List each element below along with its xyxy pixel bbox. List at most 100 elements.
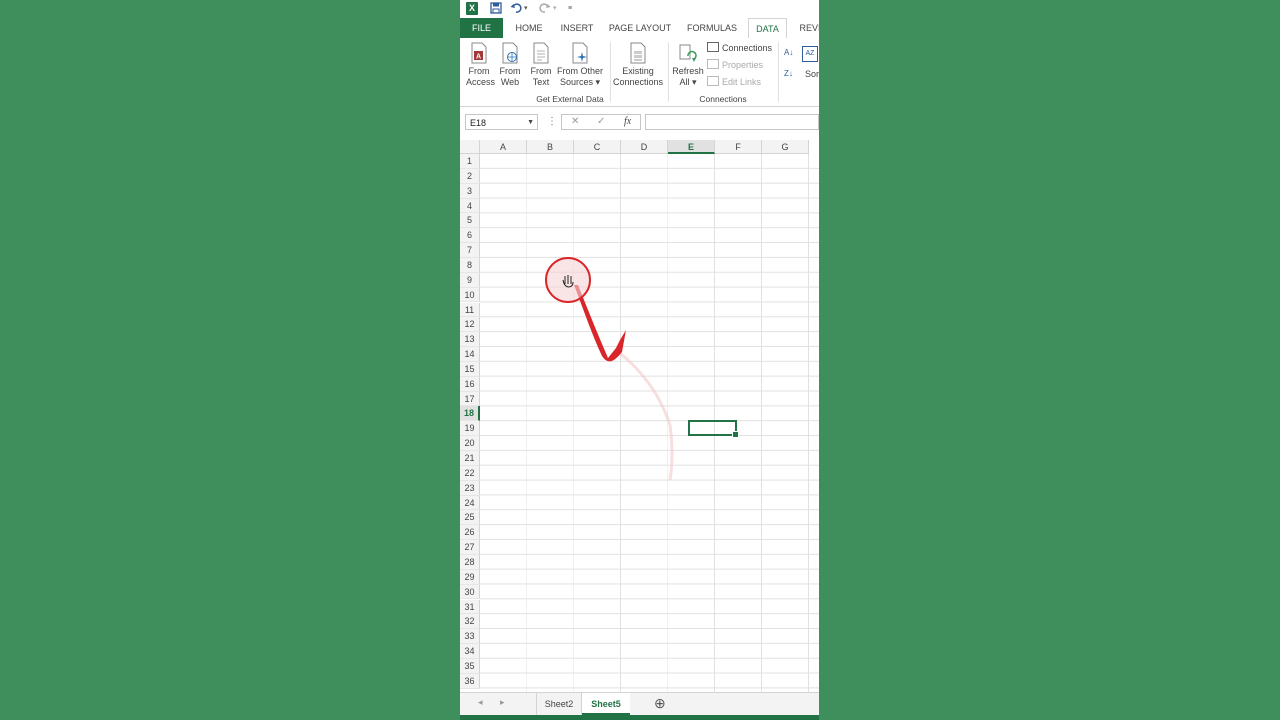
cells-area[interactable] [480, 154, 819, 692]
undo-dropdown-icon[interactable]: ▾ [524, 2, 528, 15]
column-header-g[interactable]: G [762, 140, 809, 154]
row-header-30[interactable]: 30 [460, 584, 480, 600]
sheet-tab-bar: ◂ ▸ Sheet2 Sheet5 ⊕ [460, 692, 819, 716]
fill-handle[interactable] [732, 431, 739, 438]
edit-links-icon [707, 76, 719, 86]
column-header-b[interactable]: B [527, 140, 574, 154]
row-header-32[interactable]: 32 [460, 614, 480, 630]
sort-dialog-icon[interactable]: AZ [802, 46, 818, 62]
from-text-label-1: From [530, 66, 552, 76]
from-web-button[interactable]: From Web [497, 42, 523, 88]
sheet-tab-sheet5[interactable]: Sheet5 [582, 693, 630, 715]
cancel-icon[interactable]: ✕ [571, 116, 579, 127]
data-ribbon: A From Access From Web From Text From Ot… [460, 38, 819, 107]
row-header-31[interactable]: 31 [460, 599, 480, 615]
tab-formulas[interactable]: FORMULAS [682, 18, 742, 38]
sort-az-icon[interactable]: A↓ [784, 46, 798, 60]
row-header-25[interactable]: 25 [460, 510, 480, 526]
row-header-28[interactable]: 28 [460, 554, 480, 570]
enter-icon[interactable]: ✓ [597, 116, 605, 127]
row-header-24[interactable]: 24 [460, 495, 480, 511]
column-header-f[interactable]: F [715, 140, 762, 154]
text-file-icon [532, 42, 550, 64]
name-box[interactable]: E18 ▼ [465, 114, 538, 130]
access-db-icon: A [470, 42, 488, 64]
row-header-4[interactable]: 4 [460, 198, 480, 214]
from-text-button[interactable]: From Text [528, 42, 554, 88]
from-text-label-2: Text [532, 77, 550, 87]
row-header-21[interactable]: 21 [460, 451, 480, 466]
row-header-19[interactable]: 19 [460, 421, 480, 437]
row-header-14[interactable]: 14 [460, 347, 480, 362]
row-header-7[interactable]: 7 [460, 243, 480, 258]
save-icon[interactable] [490, 2, 502, 15]
column-header-d[interactable]: D [621, 140, 668, 154]
ribbon-tabs: FILE HOME INSERT PAGE LAYOUT FORMULAS DA… [460, 18, 819, 39]
column-header-e[interactable]: E [668, 140, 715, 154]
row-header-27[interactable]: 27 [460, 540, 480, 555]
new-sheet-icon[interactable]: ⊕ [654, 695, 666, 712]
tab-file[interactable]: FILE [460, 18, 503, 38]
select-all-corner[interactable] [460, 140, 480, 154]
undo-icon[interactable] [510, 2, 522, 15]
row-header-2[interactable]: 2 [460, 168, 480, 184]
tab-review[interactable]: REVIE [793, 18, 819, 38]
refresh-all-label-1: Refresh [672, 66, 704, 76]
row-header-22[interactable]: 22 [460, 465, 480, 481]
redo-icon[interactable] [539, 2, 551, 15]
scroll-sheets-right-icon[interactable]: ▸ [500, 697, 505, 708]
row-header-33[interactable]: 33 [460, 629, 480, 645]
row-header-18[interactable]: 18 [460, 406, 480, 422]
column-header-c[interactable]: C [574, 140, 621, 154]
row-header-3[interactable]: 3 [460, 183, 480, 199]
row-header-5[interactable]: 5 [460, 213, 480, 229]
refresh-all-button[interactable]: Refresh All ▾ [670, 42, 706, 88]
ribbon-separator [668, 42, 669, 102]
active-cell-E18[interactable] [688, 420, 739, 438]
connections-icon [707, 42, 719, 52]
tab-insert[interactable]: INSERT [556, 18, 598, 38]
customize-qat-icon[interactable]: ≡ [568, 2, 572, 15]
tab-page-layout[interactable]: PAGE LAYOUT [606, 18, 674, 38]
tab-data[interactable]: DATA [748, 18, 787, 39]
existing-connections-icon [629, 42, 647, 64]
scroll-sheets-left-icon[interactable]: ◂ [478, 697, 483, 708]
row-header-9[interactable]: 9 [460, 272, 480, 288]
row-header-15[interactable]: 15 [460, 361, 480, 377]
sort-za-icon[interactable]: Z↓ [784, 67, 798, 81]
edit-links-button[interactable]: Edit Links [707, 75, 761, 89]
connections-button[interactable]: Connections [707, 41, 772, 55]
tab-home[interactable]: HOME [510, 18, 548, 38]
row-header-1[interactable]: 1 [460, 154, 480, 169]
row-header-13[interactable]: 13 [460, 332, 480, 348]
existing-connections-button[interactable]: Existing Connections [612, 42, 664, 88]
row-header-20[interactable]: 20 [460, 436, 480, 451]
formula-input[interactable] [645, 114, 819, 130]
row-header-6[interactable]: 6 [460, 228, 480, 244]
row-header-12[interactable]: 12 [460, 317, 480, 333]
redo-dropdown-icon[interactable]: ▾ [553, 2, 557, 15]
from-access-button[interactable]: A From Access [466, 42, 495, 88]
properties-button[interactable]: Properties [707, 58, 763, 72]
row-header-17[interactable]: 17 [460, 391, 480, 407]
row-header-11[interactable]: 11 [460, 302, 480, 318]
row-header-36[interactable]: 36 [460, 673, 480, 689]
row-header-16[interactable]: 16 [460, 376, 480, 392]
column-header-a[interactable]: A [480, 140, 527, 154]
insert-function-icon[interactable]: fx [624, 116, 631, 127]
edit-links-label: Edit Links [722, 77, 762, 87]
sheet-tab-sheet2[interactable]: Sheet2 [536, 693, 582, 715]
row-header-8[interactable]: 8 [460, 257, 480, 273]
connections-label: Connections [722, 43, 773, 53]
row-header-23[interactable]: 23 [460, 480, 480, 496]
sort-label[interactable]: Sor [805, 67, 819, 81]
row-header-10[interactable]: 10 [460, 287, 480, 303]
excel-window: X ▾ ▾ ≡ FILE HOME INSERT PAGE LAYOUT FOR… [460, 0, 819, 720]
row-header-29[interactable]: 29 [460, 569, 480, 585]
row-header-35[interactable]: 35 [460, 658, 480, 674]
chevron-down-icon[interactable]: ▼ [527, 115, 534, 131]
from-other-sources-button[interactable]: From Other Sources ▾ [557, 42, 603, 88]
svg-text:A: A [476, 54, 481, 61]
row-header-34[interactable]: 34 [460, 644, 480, 659]
row-header-26[interactable]: 26 [460, 525, 480, 541]
